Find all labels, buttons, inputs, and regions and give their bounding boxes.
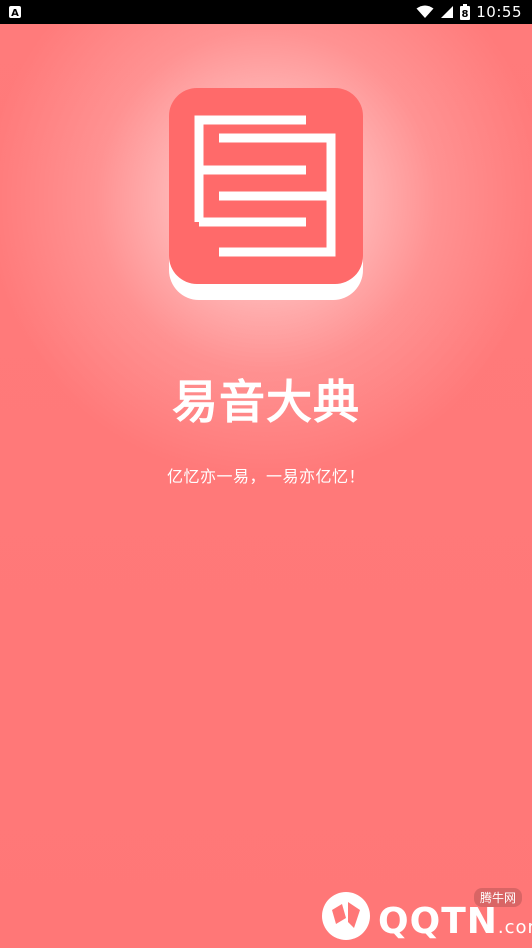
cellular-signal-icon [441,6,454,18]
status-bar-left: A [8,5,22,19]
svg-text:A: A [11,8,19,19]
status-time: 10:55 [476,3,522,21]
status-bar-right: 8 10:55 [416,3,522,21]
watermark-brand: QQTN.com [378,901,532,942]
battery-icon: 8 [460,4,471,20]
app-slogan: 亿忆亦一易，一易亦亿忆！ [166,467,365,486]
splash-screen: A 8 10:55 易音大典 亿忆亦一易，一易亦亿忆！ 腾牛网 QQTN.co [0,0,532,946]
app-logo [169,88,363,300]
watermark-logo-icon [322,892,370,940]
app-logo-icon [169,88,363,300]
watermark: 腾牛网 QQTN.com [318,888,532,944]
wifi-icon [416,5,434,18]
notification-icon: A [9,6,21,19]
svg-text:8: 8 [462,9,469,20]
status-bar: A 8 10:55 [0,0,532,24]
app-title: 易音大典 [172,375,360,429]
